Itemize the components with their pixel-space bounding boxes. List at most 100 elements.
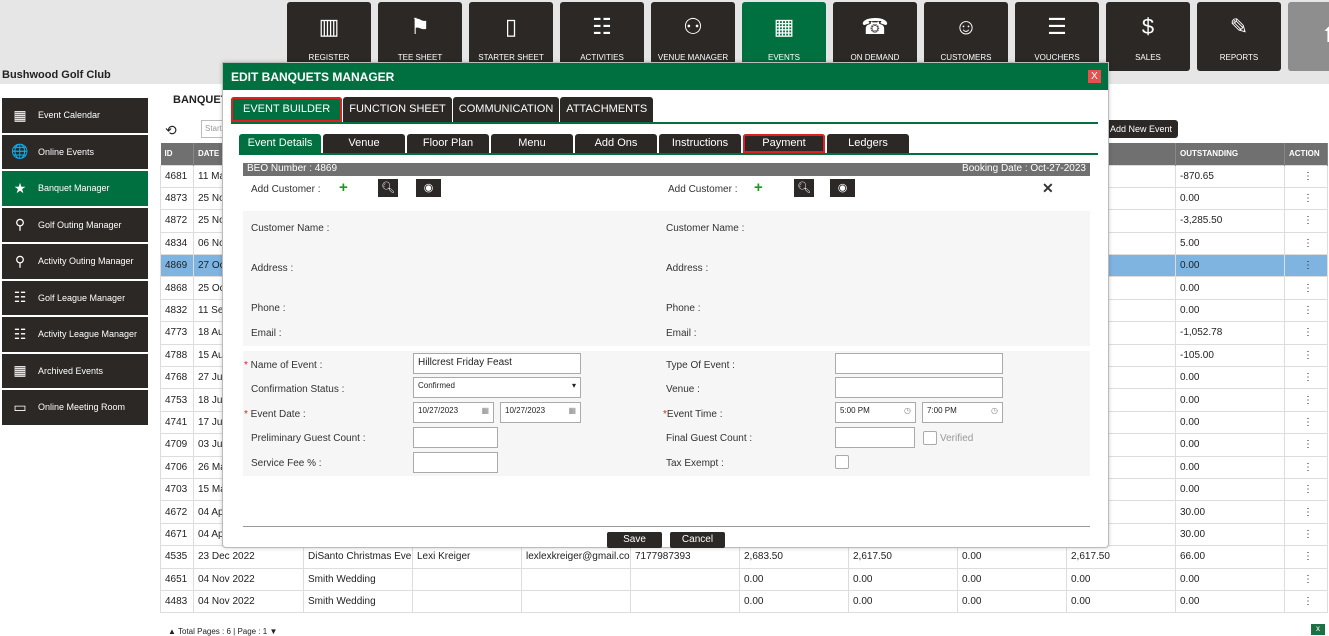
table-row[interactable]: 4651 04 Nov 2022 Smith Wedding 0.00 0.00 0.00… [160,567,1328,591]
scroll-up-button[interactable]: ⬆ [1288,2,1329,71]
row-action-menu-icon[interactable]: ⋮ [1284,455,1328,479]
sidebar-item-archived-events[interactable]: ▦ Archived Events [2,353,148,388]
venue-input[interactable] [835,377,1003,398]
view-customer-button-2[interactable]: ◉ [830,179,855,197]
row-action-menu-icon[interactable]: ⋮ [1284,298,1328,323]
nav-sales[interactable]: $ SALES [1106,2,1190,71]
sidebar-icon: 🌐 [11,143,29,160]
subtab-floor-plan[interactable]: Floor Plan [407,134,489,153]
sidebar-item-online-meeting-room[interactable]: ▭ Online Meeting Room [2,390,148,425]
add-customer-plus-icon[interactable]: + [339,179,348,196]
table-cell: 0.00 [1175,567,1285,591]
event-date-to-input[interactable]: 10/27/2023 ▦ [500,402,581,423]
users-icon: ☺ [954,14,978,39]
column-header: ID [160,143,194,165]
row-action-menu-icon[interactable]: ⋮ [1284,209,1328,233]
table-cell: 4773 [160,321,194,345]
sidebar-item-golf-outing-manager[interactable]: ⚲ Golf Outing Manager [2,207,148,242]
sidebar-item-online-events[interactable]: 🌐 Online Events [2,134,148,169]
sidebar-item-golf-league-manager[interactable]: ☷ Golf League Manager [2,280,148,315]
row-action-menu-icon[interactable]: ⋮ [1284,366,1328,390]
nav-venue-manager[interactable]: ⚇ VENUE MANAGER [651,2,735,71]
row-action-menu-icon[interactable]: ⋮ [1284,231,1328,256]
table-cell: 4535 [160,545,194,569]
remove-customer-icon[interactable]: ✕ [1042,180,1054,197]
table-cell: DiSanto Christmas Eve E [303,545,413,569]
nav-register[interactable]: ▥ REGISTER [287,2,371,71]
row-action-menu-icon[interactable]: ⋮ [1284,321,1328,345]
save-button[interactable]: Save [607,532,662,548]
nav-events[interactable]: ▦ EVENTS [742,2,826,71]
nav-on-demand[interactable]: ☎ ON DEMAND [833,2,917,71]
tab-event-builder[interactable]: EVENT BUILDER [231,97,343,122]
table-cell: 4768 [160,366,194,390]
search-customer-button[interactable]: 🔍︎ [378,179,398,197]
sidebar-item-banquet-manager[interactable]: ★ Banquet Manager [2,171,148,206]
confirmation-status-select[interactable]: Confirmed ▾ [413,377,581,398]
row-action-menu-icon[interactable]: ⋮ [1284,164,1328,188]
add-new-event-button[interactable]: Add New Event [1104,120,1179,138]
type-of-event-input[interactable] [835,353,1003,374]
subtab-menu[interactable]: Menu [491,134,573,153]
row-action-menu-icon[interactable]: ⋮ [1284,254,1328,278]
subtab-ledgers[interactable]: Ledgers [827,134,909,153]
tab-function-sheet[interactable]: FUNCTION SHEET [343,97,452,122]
row-action-menu-icon[interactable]: ⋮ [1284,186,1328,211]
chevron-down-icon: ▾ [571,381,576,390]
row-action-menu-icon[interactable]: ⋮ [1284,477,1328,502]
add-customer-plus-icon-2[interactable]: + [754,179,763,196]
dialog-title: EDIT BANQUETS MANAGER [223,63,1108,90]
sidebar-item-event-calendar[interactable]: ▦ Event Calendar [2,98,148,133]
table-row[interactable]: 4483 04 Nov 2022 Smith Wedding 0.00 0.00 0.00… [160,589,1328,614]
row-action-menu-icon[interactable]: ⋮ [1284,522,1328,547]
refresh-icon[interactable]: ⟲ [165,122,177,139]
row-action-menu-icon[interactable]: ⋮ [1284,545,1328,569]
sidebar-item-activity-outing-manager[interactable]: ⚲ Activity Outing Manager [2,244,148,279]
subtab-add-ons[interactable]: Add Ons [575,134,657,153]
nav-vouchers[interactable]: ☰ VOUCHERS [1015,2,1099,71]
table-cell: 30.00 [1175,500,1285,524]
tab-attachments[interactable]: ATTACHMENTS [560,97,654,122]
name-of-event-input[interactable]: Hillcrest Friday Feast [413,353,581,374]
nav-reports[interactable]: ✎ REPORTS [1197,2,1281,71]
sidebar-icon: ▦ [13,106,27,123]
row-action-menu-icon[interactable]: ⋮ [1284,589,1328,614]
sidebar-item-activity-league-manager[interactable]: ☷ Activity League Manager [2,317,148,352]
table-cell: 4681 [160,164,194,188]
clock-icon: ◷ [904,406,911,415]
nav-activities[interactable]: ☷ ACTIVITIES [560,2,644,71]
row-action-menu-icon[interactable]: ⋮ [1284,388,1328,412]
table-row[interactable]: 4535 23 Dec 2022 DiSanto Christmas Eve E Le… [160,545,1328,569]
row-action-menu-icon[interactable]: ⋮ [1284,500,1328,524]
row-action-menu-icon[interactable]: ⋮ [1284,567,1328,591]
service-fee-input[interactable] [413,452,498,473]
table-cell: 0.00 [957,545,1067,569]
cancel-button[interactable]: Cancel [670,532,725,548]
event-time-from-input[interactable]: 5:00 PM ◷ [835,402,916,423]
subtab-event-details[interactable]: Event Details [239,134,321,153]
row-action-menu-icon[interactable]: ⋮ [1284,410,1328,435]
row-action-menu-icon[interactable]: ⋮ [1284,433,1328,457]
excel-export-icon[interactable]: x [1311,624,1325,635]
close-button[interactable]: X [1088,70,1101,83]
nav-tee-sheet[interactable]: ⚑ TEE SHEET [378,2,462,71]
nav-starter-sheet[interactable]: ▯ STARTER SHEET [469,2,553,71]
search-customer-button-2[interactable]: 🔍︎ [794,179,814,197]
event-time-to-input[interactable]: 7:00 PM ◷ [922,402,1003,423]
final-guest-input[interactable] [835,427,915,448]
verified-checkbox[interactable] [923,431,937,445]
tab-communication[interactable]: COMMUNICATION [452,97,560,122]
event-date-from-input[interactable]: 10/27/2023 ▦ [413,402,494,423]
row-action-menu-icon[interactable]: ⋮ [1284,276,1328,300]
calendar-icon: ▦ [481,406,489,415]
subtab-instructions[interactable]: Instructions [659,134,741,153]
prelim-guest-input[interactable] [413,427,498,448]
row-action-menu-icon[interactable]: ⋮ [1284,343,1328,368]
view-customer-button[interactable]: ◉ [416,179,441,197]
tax-exempt-checkbox[interactable] [835,455,849,469]
subtab-payment[interactable]: Payment [743,134,825,153]
table-cell: 0.00 [1175,186,1285,211]
nav-customers[interactable]: ☺ CUSTOMERS [924,2,1008,71]
subtab-venue[interactable]: Venue [323,134,405,153]
table-cell: 2,617.50 [848,545,958,569]
